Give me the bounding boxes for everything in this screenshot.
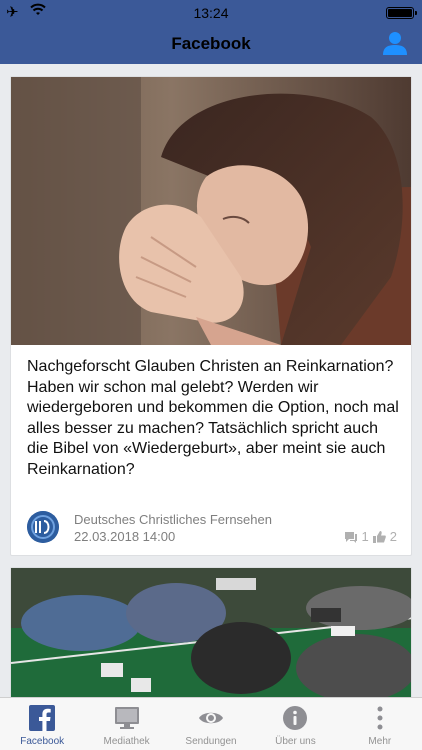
like-icon — [372, 530, 386, 543]
eye-icon — [198, 705, 224, 731]
post-text: Nachgeforscht Glauben Christen an Reinka… — [27, 358, 399, 478]
feed[interactable]: Nachgeforscht Glauben Christen an Reinka… — [0, 64, 422, 697]
post-date: 22.03.2018 14:00 — [74, 529, 176, 544]
tab-facebook[interactable]: Facebook — [0, 698, 84, 750]
status-bar: ✈ 13:24 — [0, 0, 422, 24]
tab-label: Mehr — [368, 736, 392, 747]
more-icon — [367, 705, 393, 731]
nav-bar: Facebook — [0, 24, 422, 64]
profile-icon[interactable] — [382, 30, 408, 56]
post-image[interactable] — [11, 568, 411, 697]
facebook-icon — [29, 705, 56, 731]
source-name[interactable]: Deutsches Christliches Fernsehen — [74, 512, 272, 527]
tab-ueber-uns[interactable]: Über uns — [253, 698, 337, 750]
post-stats: 1 2 — [344, 529, 397, 544]
like-count: 2 — [389, 529, 397, 544]
post-card[interactable]: Nachgeforscht Glauben Christen an Reinka… — [10, 76, 412, 556]
page-title: Facebook — [171, 34, 251, 53]
tab-label: Sendungen — [185, 736, 237, 747]
status-time: 13:24 — [193, 5, 229, 21]
tab-label: Mediathek — [103, 736, 150, 747]
tab-mediathek[interactable]: Mediathek — [84, 698, 168, 750]
source-logo — [27, 511, 59, 543]
post-card[interactable] — [10, 567, 412, 697]
tab-bar: Facebook Mediathek Sendungen Über uns Me… — [0, 697, 422, 750]
tab-mehr[interactable]: Mehr — [338, 698, 422, 750]
comment-count: 1 — [361, 529, 369, 544]
battery-icon — [386, 7, 417, 19]
post-image[interactable] — [11, 77, 411, 345]
tab-sendungen[interactable]: Sendungen — [169, 698, 253, 750]
monitor-icon — [114, 705, 140, 731]
tab-label: Über uns — [275, 736, 316, 747]
info-icon — [282, 705, 308, 731]
post-meta: Deutsches Christliches Fernsehen 22.03.2… — [27, 511, 397, 547]
tab-label: Facebook — [20, 736, 65, 747]
comment-icon — [344, 531, 358, 543]
